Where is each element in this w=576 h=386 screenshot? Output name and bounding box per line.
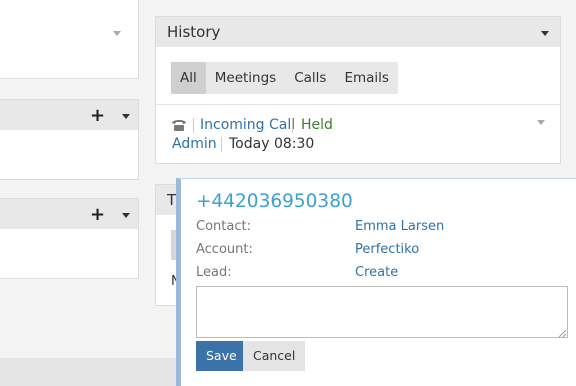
tab-emails[interactable]: Emails [335, 62, 398, 94]
create-lead-link[interactable]: Create [355, 265, 398, 280]
chevron-down-icon[interactable] [122, 213, 130, 218]
phone-number[interactable]: +442036950380 [196, 191, 353, 212]
history-panel: History All Meetings Calls Emails Incomi… [155, 16, 561, 164]
notes-textarea[interactable] [196, 286, 568, 338]
left-panel-bottom-header: + [0, 199, 138, 229]
footer-strip [0, 358, 180, 386]
chevron-down-icon[interactable] [122, 114, 130, 119]
resize-grip-icon[interactable] [558, 327, 567, 338]
tab-meetings[interactable]: Meetings [206, 62, 285, 94]
account-link[interactable]: Perfectiko [355, 242, 419, 257]
entry-type-link[interactable]: Incoming Call [200, 117, 295, 133]
chevron-down-icon[interactable] [537, 120, 545, 125]
add-icon[interactable]: + [90, 206, 105, 224]
entry-time: Today 08:30 [229, 136, 315, 152]
save-button[interactable]: Save [196, 341, 247, 371]
status-badge: Held [301, 117, 333, 133]
divider [156, 104, 560, 105]
history-tabs: All Meetings Calls Emails [171, 62, 398, 94]
phone-icon [171, 118, 187, 132]
divider [221, 137, 222, 152]
cancel-button[interactable]: Cancel [243, 341, 306, 371]
left-panel-middle: + [0, 99, 139, 180]
tab-all[interactable]: All [171, 62, 206, 94]
left-panel-top [0, 0, 139, 79]
contact-link[interactable]: Emma Larsen [355, 219, 444, 234]
entry-user-link[interactable]: Admin [172, 136, 217, 152]
left-panel-bottom: + [0, 198, 139, 279]
partial-panel-title: T [167, 191, 177, 209]
divider [193, 118, 194, 133]
left-panel-middle-header: + [0, 100, 138, 130]
divider [292, 118, 293, 133]
chevron-down-icon[interactable] [113, 31, 121, 36]
tab-calls[interactable]: Calls [285, 62, 335, 94]
call-popup: +442036950380 Contact: Emma Larsen Accou… [176, 178, 576, 386]
lead-label: Lead: [196, 265, 232, 280]
history-entry: Incoming Call Held Admin Today 08:30 [171, 116, 550, 158]
contact-label: Contact: [196, 219, 251, 234]
account-label: Account: [196, 242, 253, 257]
add-icon[interactable]: + [90, 107, 105, 125]
history-title: History [167, 23, 221, 41]
history-header: History [156, 17, 560, 47]
chevron-down-icon[interactable] [541, 31, 549, 36]
